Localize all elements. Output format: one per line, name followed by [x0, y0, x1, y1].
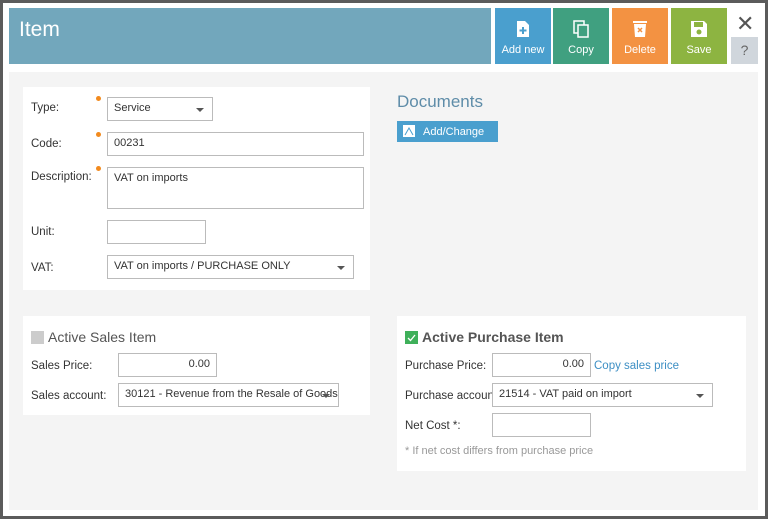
net-cost-input[interactable] [492, 413, 591, 437]
required-indicator [96, 132, 101, 137]
help-button[interactable]: ? [731, 37, 758, 64]
copy-sales-price-link[interactable]: Copy sales price [594, 360, 679, 372]
type-select[interactable]: Service [107, 97, 213, 121]
file-plus-icon [517, 21, 529, 37]
floppy-disk-icon [691, 21, 707, 37]
trash-icon [633, 21, 647, 37]
purchase-account-label: Purchase account: [405, 390, 501, 402]
purchase-price-label: Purchase Price: [405, 360, 487, 372]
purchase-active-checkbox[interactable] [405, 331, 418, 344]
sales-account-select[interactable]: 30121 - Revenue from the Resale of Goods [118, 383, 339, 407]
description-textarea[interactable]: VAT on imports [107, 167, 364, 209]
purchase-title: Active Purchase Item [422, 329, 564, 345]
delete-button[interactable]: Delete [612, 8, 668, 64]
code-label: Code: [31, 138, 62, 150]
add-change-button[interactable]: Add/Change [397, 121, 498, 142]
modal-body: Type: Service Code: 00231 Description: V… [9, 72, 758, 510]
sales-active-checkbox[interactable] [31, 331, 44, 344]
pdf-icon [403, 125, 415, 137]
sales-panel: Active Sales Item Sales Price: 0.00 Sale… [23, 316, 370, 415]
sales-price-label: Sales Price: [31, 360, 93, 372]
general-panel: Type: Service Code: 00231 Description: V… [23, 87, 370, 290]
save-button[interactable]: Save [671, 8, 727, 64]
modal-title: Item [9, 8, 491, 64]
copy-icon [573, 20, 589, 38]
code-input[interactable]: 00231 [107, 132, 364, 156]
purchase-price-input[interactable]: 0.00 [492, 353, 591, 377]
required-indicator [96, 96, 101, 101]
sales-account-label: Sales account: [31, 390, 107, 402]
close-icon[interactable]: ✕ [736, 11, 754, 37]
add-new-button[interactable]: Add new [495, 8, 551, 64]
item-modal: Item Add new Copy Delete Save ✕ ? Type: … [3, 3, 765, 516]
vat-label: VAT: [31, 262, 54, 274]
sales-price-input[interactable]: 0.00 [118, 353, 217, 377]
documents-title: Documents [397, 92, 483, 111]
copy-button[interactable]: Copy [553, 8, 609, 64]
type-label: Type: [31, 102, 60, 114]
sales-title: Active Sales Item [48, 329, 157, 345]
net-cost-label: Net Cost *: [405, 420, 461, 432]
net-cost-note: * If net cost differs from purchase pric… [405, 445, 594, 457]
checkmark-icon [407, 334, 416, 342]
required-indicator [96, 166, 101, 171]
unit-input[interactable] [107, 220, 206, 244]
description-label: Description: [31, 171, 92, 183]
unit-label: Unit: [31, 226, 55, 238]
purchase-account-select[interactable]: 21514 - VAT paid on import [492, 383, 713, 407]
vat-select[interactable]: VAT on imports / PURCHASE ONLY [107, 255, 354, 279]
purchase-panel: Active Purchase Item Purchase Price: 0.0… [397, 316, 746, 471]
